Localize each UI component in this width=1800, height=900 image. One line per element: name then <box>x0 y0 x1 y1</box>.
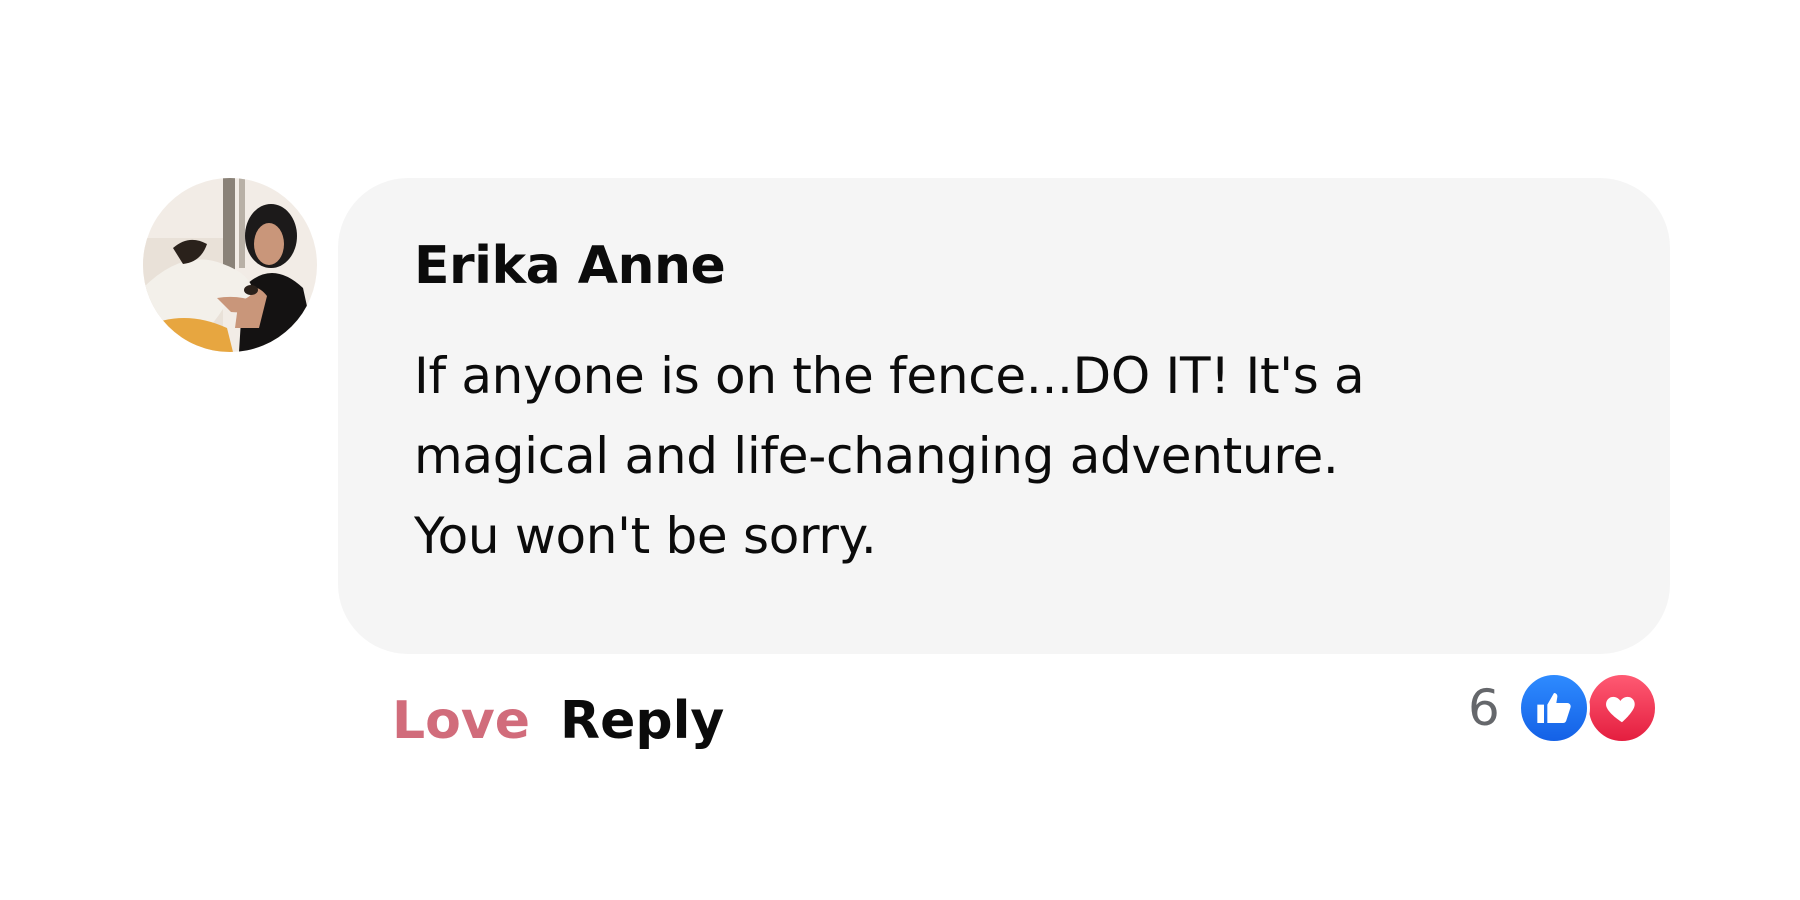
comment-bubble: Erika Anne If anyone is on the fence...D… <box>338 178 1670 654</box>
reaction-count: 6 <box>1468 679 1500 737</box>
comment-author[interactable]: Erika Anne <box>414 234 1594 298</box>
comment-text-line: magical and life-changing adventure. <box>414 427 1339 485</box>
love-button[interactable]: Love <box>392 686 530 756</box>
comment-text: If anyone is on the fence...DO IT! It's … <box>414 336 1514 576</box>
avatar-photo <box>143 178 317 352</box>
reply-button[interactable]: Reply <box>560 686 724 756</box>
heart-icon <box>1585 672 1658 744</box>
avatar[interactable] <box>143 178 317 352</box>
comment-text-line: If anyone is on the fence...DO IT! It's … <box>414 347 1365 405</box>
comment-text-line: You won't be sorry. <box>414 507 877 565</box>
reactions-summary[interactable]: 6 <box>1468 672 1658 744</box>
like-icon <box>1517 672 1590 744</box>
thumbs-up-icon <box>1537 693 1571 723</box>
comment-actions: Love Reply <box>392 686 724 756</box>
heart-shape-icon <box>1605 696 1635 723</box>
comment-container: Erika Anne If anyone is on the fence...D… <box>0 0 1800 900</box>
